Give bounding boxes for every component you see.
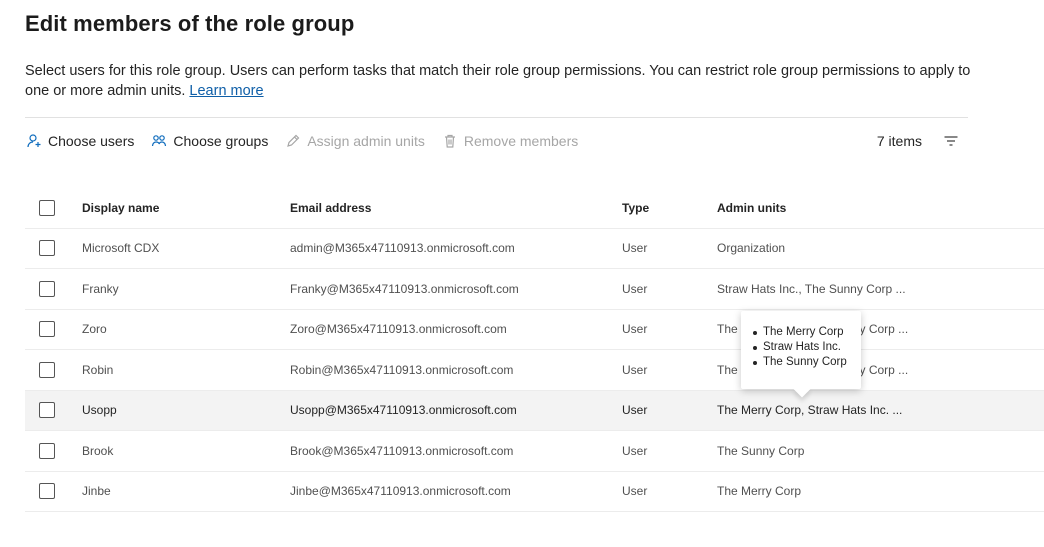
row-display-name: Robin (82, 362, 114, 377)
row-check-cell (39, 431, 55, 471)
row-display-name: Usopp (82, 403, 117, 418)
table-row[interactable]: Franky Franky@M365x47110913.onmicrosoft.… (25, 269, 1044, 310)
row-admin-units: Straw Hats Inc., The Sunny Corp ... (717, 281, 906, 296)
row-check-cell (39, 269, 55, 309)
learn-more-link[interactable]: Learn more (189, 83, 263, 99)
row-type: User (622, 322, 648, 337)
people-icon (150, 132, 168, 150)
choose-groups-button[interactable]: Choose groups (150, 132, 268, 150)
row-type: User (622, 362, 648, 377)
row-admin-units: The Sunny Corp (717, 443, 805, 458)
toolbar-right: 7 items (877, 129, 960, 153)
row-type: User (622, 484, 648, 499)
header-type[interactable]: Type (622, 188, 649, 228)
tooltip-list: The Merry Corp Straw Hats Inc. The Sunny… (751, 325, 851, 370)
select-all-checkbox[interactable] (39, 199, 55, 216)
assign-admin-units-label: Assign admin units (307, 133, 425, 149)
members-table: Display name Email address Type Admin un… (25, 188, 1044, 512)
choose-users-button[interactable]: Choose users (25, 132, 134, 150)
row-check-cell (39, 391, 55, 431)
table-row[interactable]: Zoro Zoro@M365x47110913.onmicrosoft.com … (25, 310, 1044, 350)
row-check-cell (39, 310, 55, 350)
table-row[interactable]: Microsoft CDX admin@M365x47110913.onmicr… (25, 229, 1044, 269)
row-checkbox[interactable] (39, 442, 55, 459)
row-type: User (622, 443, 648, 458)
pencil-icon (284, 132, 302, 150)
header-email[interactable]: Email address (290, 188, 371, 228)
item-count: 7 items (876, 133, 922, 149)
admin-units-tooltip: The Merry Corp Straw Hats Inc. The Sunny… (741, 311, 861, 398)
table-row[interactable]: Usopp Usopp@M365x47110913.onmicrosoft.co… (25, 390, 1044, 431)
row-email: Zoro@M365x47110913.onmicrosoft.com (290, 322, 507, 337)
command-toolbar: Choose users Choose groups Assign admin … (25, 129, 968, 153)
row-check-cell (39, 472, 55, 512)
tooltip-arrow-cover (789, 381, 815, 389)
row-type: User (622, 281, 648, 296)
row-email: Usopp@M365x47110913.onmicrosoft.com (290, 403, 517, 418)
trash-icon (441, 132, 459, 150)
page-description: Select users for this role group. Users … (25, 61, 975, 101)
tooltip-item: Straw Hats Inc. (751, 340, 851, 355)
toolbar-divider (25, 117, 968, 118)
choose-groups-label: Choose groups (173, 133, 269, 149)
row-checkbox[interactable] (39, 483, 55, 500)
row-display-name: Jinbe (82, 484, 111, 499)
tooltip-item: The Merry Corp (751, 325, 851, 340)
remove-members-button[interactable]: Remove members (441, 132, 578, 150)
row-email: admin@M365x47110913.onmicrosoft.com (290, 241, 515, 256)
description-text: Select users for this role group. Users … (25, 63, 971, 99)
table-row[interactable]: Jinbe Jinbe@M365x47110913.onmicrosoft.co… (25, 472, 1044, 512)
row-type: User (622, 403, 648, 418)
row-email: Jinbe@M365x47110913.onmicrosoft.com (290, 484, 511, 499)
row-checkbox[interactable] (39, 361, 55, 378)
row-checkbox[interactable] (39, 402, 55, 419)
row-check-cell (39, 229, 55, 269)
row-display-name: Brook (82, 443, 114, 458)
remove-members-label: Remove members (463, 133, 579, 149)
row-check-cell (39, 350, 55, 390)
page-title: Edit members of the role group (25, 11, 355, 36)
row-admin-units[interactable]: The Merry Corp, Straw Hats Inc. ... (717, 391, 902, 431)
row-display-name: Microsoft CDX (82, 241, 160, 256)
row-display-name: Franky (82, 281, 119, 296)
person-add-icon (25, 132, 43, 150)
header-display-name[interactable]: Display name (82, 188, 159, 228)
filter-icon[interactable] (942, 132, 960, 150)
row-checkbox[interactable] (39, 321, 55, 338)
row-checkbox[interactable] (39, 240, 55, 257)
table-row[interactable]: Robin Robin@M365x47110913.onmicrosoft.co… (25, 350, 1044, 391)
row-email: Robin@M365x47110913.onmicrosoft.com (290, 362, 514, 377)
select-all-cell (39, 188, 55, 228)
row-admin-units: The Merry Corp (717, 484, 802, 499)
table-header-row: Display name Email address Type Admin un… (25, 188, 1044, 229)
choose-users-label: Choose users (48, 133, 135, 149)
assign-admin-units-button[interactable]: Assign admin units (284, 132, 425, 150)
row-email: Brook@M365x47110913.onmicrosoft.com (290, 443, 514, 458)
row-email: Franky@M365x47110913.onmicrosoft.com (290, 281, 519, 296)
row-display-name: Zoro (82, 322, 107, 337)
row-type: User (622, 241, 648, 256)
row-admin-units: Organization (717, 241, 786, 256)
table-row[interactable]: Brook Brook@M365x47110913.onmicrosoft.co… (25, 431, 1044, 472)
row-checkbox[interactable] (39, 280, 55, 297)
tooltip-item: The Sunny Corp (751, 355, 851, 370)
header-admin-units[interactable]: Admin units (717, 188, 786, 228)
